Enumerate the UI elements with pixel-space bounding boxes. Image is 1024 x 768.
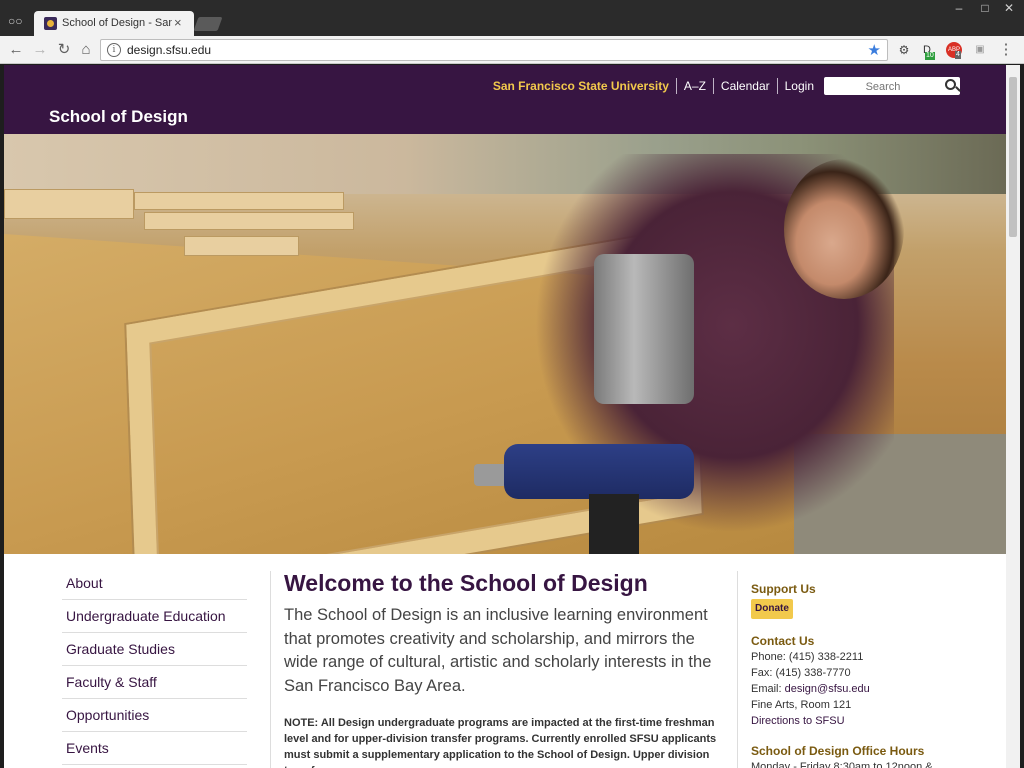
column-divider <box>270 571 271 768</box>
impaction-note: NOTE: All Design undergraduate programs … <box>284 717 717 768</box>
bookmark-star-icon[interactable]: ★ <box>868 41 881 59</box>
office-hours-text: Monday - Friday 8:30am to 12noon & <box>751 761 933 768</box>
scrollbar-thumb[interactable] <box>1009 77 1017 237</box>
favicon-icon <box>44 17 57 30</box>
wood-board <box>4 189 134 219</box>
main-content: Welcome to the School of Design The Scho… <box>284 569 724 768</box>
search-box <box>824 77 960 95</box>
adblock-count: 4 <box>955 51 961 59</box>
adblock-icon[interactable]: ABP 4 <box>946 42 962 59</box>
contact-location: Fine Arts, Room 121 <box>751 699 852 711</box>
site-header: San Francisco State University A–Z Calen… <box>4 65 1006 134</box>
browser-menu-icon[interactable]: ⋮ <box>998 42 1014 58</box>
university-link[interactable]: San Francisco State University <box>486 78 677 94</box>
url-text[interactable]: design.sfsu.edu <box>127 43 211 57</box>
extension-badge-count: 10 <box>925 52 935 60</box>
sidenav-item-graduate[interactable]: Graduate Studies <box>62 633 247 666</box>
directions-link[interactable]: Directions to SFSU <box>751 715 845 727</box>
extension-generic-icon[interactable]: ▣ <box>972 42 988 58</box>
contact-phone: Phone: (415) 338-2211 <box>751 651 864 663</box>
donate-button[interactable]: Donate <box>751 599 793 619</box>
sidenav-item-events[interactable]: Events <box>62 732 247 765</box>
extension-badge-icon[interactable]: 10 D <box>919 42 935 60</box>
nail-gun <box>594 254 694 404</box>
info-icon[interactable]: i <box>107 43 121 57</box>
minimize-button[interactable]: – <box>946 0 972 18</box>
email-label: Email: <box>751 683 785 695</box>
tab-title: School of Design - San F <box>62 17 172 29</box>
contact-heading: Contact Us <box>751 634 815 648</box>
sidenav-item-faculty[interactable]: Faculty & Staff <box>62 666 247 699</box>
browser-toolbar: ← → ↻ ⌂ i design.sfsu.edu ★ ⚙ 10 D ABP 4 … <box>0 36 1024 64</box>
search-input[interactable] <box>828 79 938 95</box>
az-link[interactable]: A–Z <box>677 78 714 94</box>
back-icon[interactable]: ← <box>6 40 26 60</box>
extension-settings-icon[interactable]: ⚙ <box>896 42 912 58</box>
sidenav-item-about[interactable]: About <box>62 567 247 600</box>
office-hours-heading: School of Design Office Hours <box>751 744 925 758</box>
site-title[interactable]: School of Design <box>49 107 188 127</box>
login-link[interactable]: Login <box>778 78 821 94</box>
tab-close-icon[interactable]: × <box>174 15 182 30</box>
sidenav-item-opportunities[interactable]: Opportunities <box>62 699 247 732</box>
power-drill <box>504 444 694 499</box>
email-link[interactable]: design@sfsu.edu <box>785 683 870 695</box>
contact-email-row: Email: design@sfsu.edu <box>751 681 971 697</box>
wood-board <box>144 212 354 230</box>
page-scrollbar[interactable] <box>1006 65 1020 768</box>
new-tab-button[interactable] <box>193 17 223 31</box>
wood-board <box>184 236 299 256</box>
utility-nav: San Francisco State University A–Z Calen… <box>486 77 960 95</box>
wood-board <box>134 192 344 210</box>
side-navigation: About Undergraduate Education Graduate S… <box>62 567 247 765</box>
contact-fax: Fax: (415) 338-7770 <box>751 667 851 679</box>
incognito-icon[interactable]: ○○ <box>8 14 26 28</box>
web-page: San Francisco State University A–Z Calen… <box>4 65 1020 768</box>
forward-icon[interactable]: → <box>30 40 50 60</box>
reload-icon[interactable]: ↻ <box>54 40 74 60</box>
search-icon[interactable] <box>945 79 956 90</box>
close-window-button[interactable]: ✕ <box>996 0 1022 18</box>
drill-handle <box>589 494 639 554</box>
support-heading: Support Us <box>751 582 816 596</box>
sidebar-info: Support Us Donate Contact Us Phone: (415… <box>751 581 971 768</box>
browser-tab[interactable]: School of Design - San F × <box>34 11 194 36</box>
hero-image <box>4 134 1006 554</box>
calendar-link[interactable]: Calendar <box>714 78 778 94</box>
browser-titlebar: ○○ School of Design - San F × – □ ✕ <box>0 0 1024 36</box>
page-title: Welcome to the School of Design <box>284 570 648 596</box>
address-bar[interactable]: i design.sfsu.edu ★ <box>100 39 888 61</box>
sidenav-item-undergraduate[interactable]: Undergraduate Education <box>62 600 247 633</box>
intro-text: The School of Design is an inclusive lea… <box>284 606 712 695</box>
home-icon[interactable]: ⌂ <box>76 40 96 60</box>
person-head <box>784 159 904 299</box>
column-divider <box>737 571 738 768</box>
maximize-button[interactable]: □ <box>972 0 998 18</box>
